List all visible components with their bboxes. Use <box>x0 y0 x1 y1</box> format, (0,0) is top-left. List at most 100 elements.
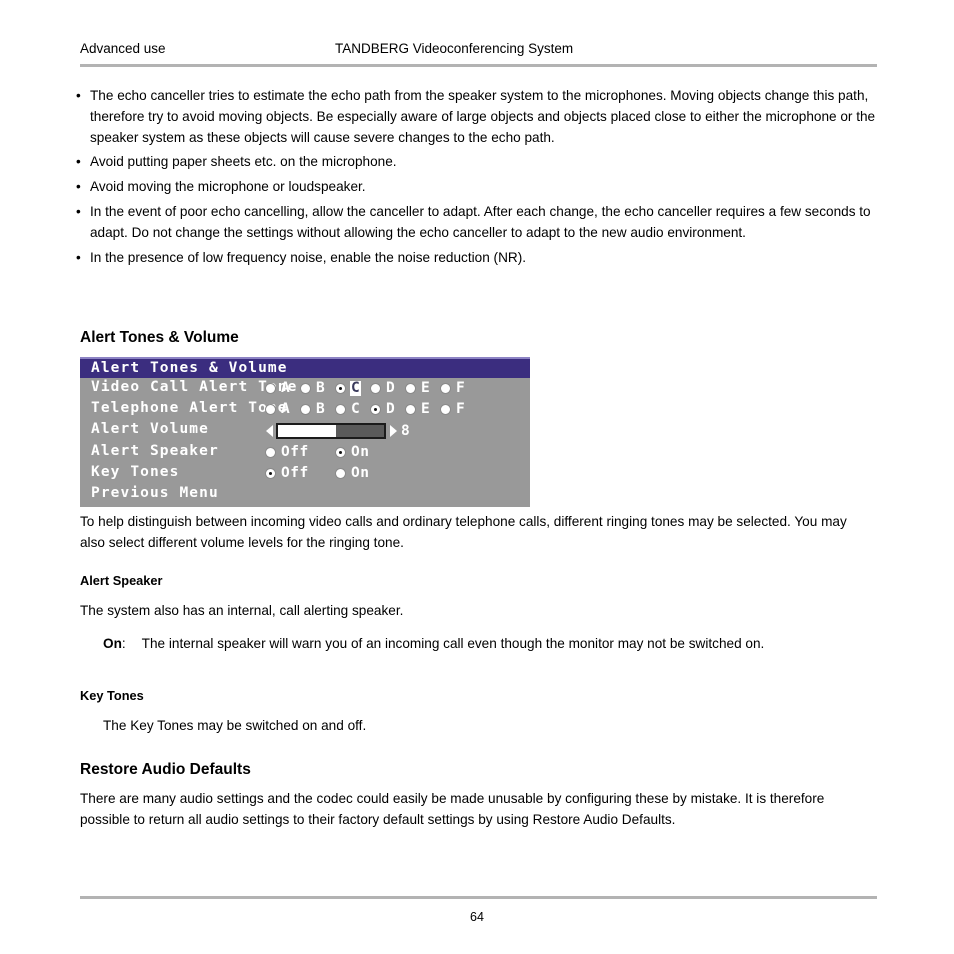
bullet-marker-icon: • <box>76 88 81 103</box>
osd-option-telephone-b[interactable]: B <box>301 399 326 420</box>
list-item: • In the event of poor echo cancelling, … <box>73 202 879 244</box>
list-item: • The echo canceller tries to estimate t… <box>73 86 879 148</box>
radio-icon-selected <box>266 469 275 478</box>
osd-row-video-call-alert-tone[interactable]: Video Call Alert Tone A B C D E F <box>80 378 530 399</box>
osd-option-telephone-f[interactable]: F <box>441 399 466 420</box>
osd-option-key-tones-on[interactable]: On <box>336 463 370 484</box>
osd-label-telephone-alert-tone: Telephone Alert Tone <box>91 400 288 416</box>
osd-option-alert-speaker-off[interactable]: Off <box>266 442 310 463</box>
radio-icon <box>266 448 275 457</box>
radio-icon <box>406 384 415 393</box>
osd-row-key-tones[interactable]: Key Tones Off On <box>80 463 530 484</box>
osd-option-video-b[interactable]: B <box>301 378 326 399</box>
volume-slider-fill <box>278 424 337 437</box>
page-header: Advanced use TANDBERG Videoconferencing … <box>80 41 877 63</box>
osd-option-telephone-a[interactable]: A <box>266 399 291 420</box>
osd-label-alert-volume: Alert Volume <box>91 421 209 437</box>
heading-alert-speaker: Alert Speaker <box>80 573 163 588</box>
osd-option-video-f[interactable]: F <box>441 378 466 399</box>
osd-row-previous-menu[interactable]: Previous Menu <box>80 484 530 505</box>
radio-icon-selected <box>336 448 345 457</box>
page-number: 64 <box>470 910 484 924</box>
list-item: • Avoid moving the microphone or loudspe… <box>73 177 879 198</box>
osd-option-video-e[interactable]: E <box>406 378 431 399</box>
radio-icon <box>371 384 380 393</box>
list-item-text: Avoid putting paper sheets etc. on the m… <box>90 154 397 170</box>
osd-option-label: C <box>350 380 362 396</box>
header-divider <box>80 64 877 67</box>
osd-option-telephone-e[interactable]: E <box>406 399 431 420</box>
arrow-right-icon[interactable] <box>390 424 397 437</box>
list-item: • Avoid putting paper sheets etc. on the… <box>73 152 879 173</box>
osd-title-bar: Alert Tones & Volume <box>80 357 530 378</box>
radio-icon <box>441 405 450 414</box>
paragraph-alert-tones: To help distinguish between incoming vid… <box>80 514 847 550</box>
radio-icon <box>266 384 275 393</box>
heading-key-tones: Key Tones <box>80 688 144 703</box>
arrow-left-icon[interactable] <box>266 424 273 437</box>
radio-icon <box>266 405 275 414</box>
volume-slider-track[interactable] <box>276 422 386 439</box>
osd-title-text: Alert Tones & Volume <box>91 360 288 376</box>
osd-label-alert-speaker: Alert Speaker <box>91 443 219 459</box>
osd-row-alert-speaker[interactable]: Alert Speaker Off On <box>80 442 530 463</box>
osd-option-video-c[interactable]: C <box>336 378 362 399</box>
document-page: Advanced use TANDBERG Videoconferencing … <box>0 0 954 954</box>
osd-option-label: Off <box>281 444 309 460</box>
list-item-text: The echo canceller tries to estimate the… <box>90 88 876 145</box>
osd-option-alert-speaker-on[interactable]: On <box>336 442 370 463</box>
osd-label-key-tones: Key Tones <box>91 464 180 480</box>
radio-icon <box>301 384 310 393</box>
osd-volume-slider-control[interactable]: 8 <box>266 422 410 439</box>
osd-option-label: D <box>386 401 396 417</box>
osd-label-previous-menu: Previous Menu <box>91 485 219 501</box>
osd-option-label: F <box>456 380 466 396</box>
osd-option-label: B <box>316 380 326 396</box>
bullet-marker-icon: • <box>76 249 81 265</box>
osd-option-telephone-d[interactable]: D <box>371 399 396 420</box>
list-item-text: In the event of poor echo cancelling, al… <box>90 203 871 240</box>
header-section-label: Advanced use <box>80 41 166 56</box>
osd-option-label: E <box>421 380 431 396</box>
definition-colon: : <box>121 636 126 651</box>
osd-menu-alert-tones-volume: Alert Tones & Volume Video Call Alert To… <box>80 357 530 507</box>
osd-row-telephone-alert-tone[interactable]: Telephone Alert Tone A B C D E F <box>80 399 530 420</box>
radio-icon <box>336 469 345 478</box>
radio-icon <box>301 405 310 414</box>
echo-canceller-bullet-list: • The echo canceller tries to estimate t… <box>73 86 879 272</box>
osd-option-video-d[interactable]: D <box>371 378 396 399</box>
bullet-marker-icon: • <box>76 154 81 170</box>
osd-option-label: On <box>351 465 370 481</box>
radio-icon <box>406 405 415 414</box>
radio-icon <box>441 384 450 393</box>
osd-option-label: A <box>281 380 291 396</box>
bullet-marker-icon: • <box>76 179 81 195</box>
osd-option-label: On <box>351 444 370 460</box>
list-item-text: Avoid moving the microphone or loudspeak… <box>90 179 366 195</box>
osd-option-telephone-c[interactable]: C <box>336 399 361 420</box>
heading-alert-tones-volume: Alert Tones & Volume <box>80 329 239 346</box>
osd-option-label: B <box>316 401 326 417</box>
paragraph-restore-audio-defaults: There are many audio settings and the co… <box>80 791 825 827</box>
bullet-marker-icon: • <box>76 203 81 219</box>
osd-option-label: C <box>351 401 361 417</box>
definition-text: The internal speaker will warn you of an… <box>141 636 765 651</box>
osd-option-key-tones-off[interactable]: Off <box>266 463 310 484</box>
list-item-text: In the presence of low frequency noise, … <box>90 249 527 265</box>
osd-option-video-a[interactable]: A <box>266 378 291 399</box>
volume-value: 8 <box>401 422 410 439</box>
paragraph-alert-speaker: The system also has an internal, call al… <box>80 603 404 618</box>
header-product-title: TANDBERG Videoconferencing System <box>335 41 574 56</box>
osd-row-alert-volume[interactable]: Alert Volume 8 <box>80 420 530 441</box>
radio-icon <box>336 405 345 414</box>
paragraph-key-tones: The Key Tones may be switched on and off… <box>103 718 367 733</box>
definition-term: On <box>103 636 122 651</box>
osd-option-label: D <box>386 380 396 396</box>
osd-option-label: A <box>281 401 291 417</box>
footer-divider <box>80 896 877 899</box>
osd-option-label: F <box>456 401 466 417</box>
osd-option-label: E <box>421 401 431 417</box>
osd-menu-body: Video Call Alert Tone A B C D E F Teleph… <box>80 378 530 507</box>
definition-alert-speaker-on: On: The internal speaker will warn you of… <box>103 634 878 655</box>
radio-icon-selected <box>336 384 345 393</box>
